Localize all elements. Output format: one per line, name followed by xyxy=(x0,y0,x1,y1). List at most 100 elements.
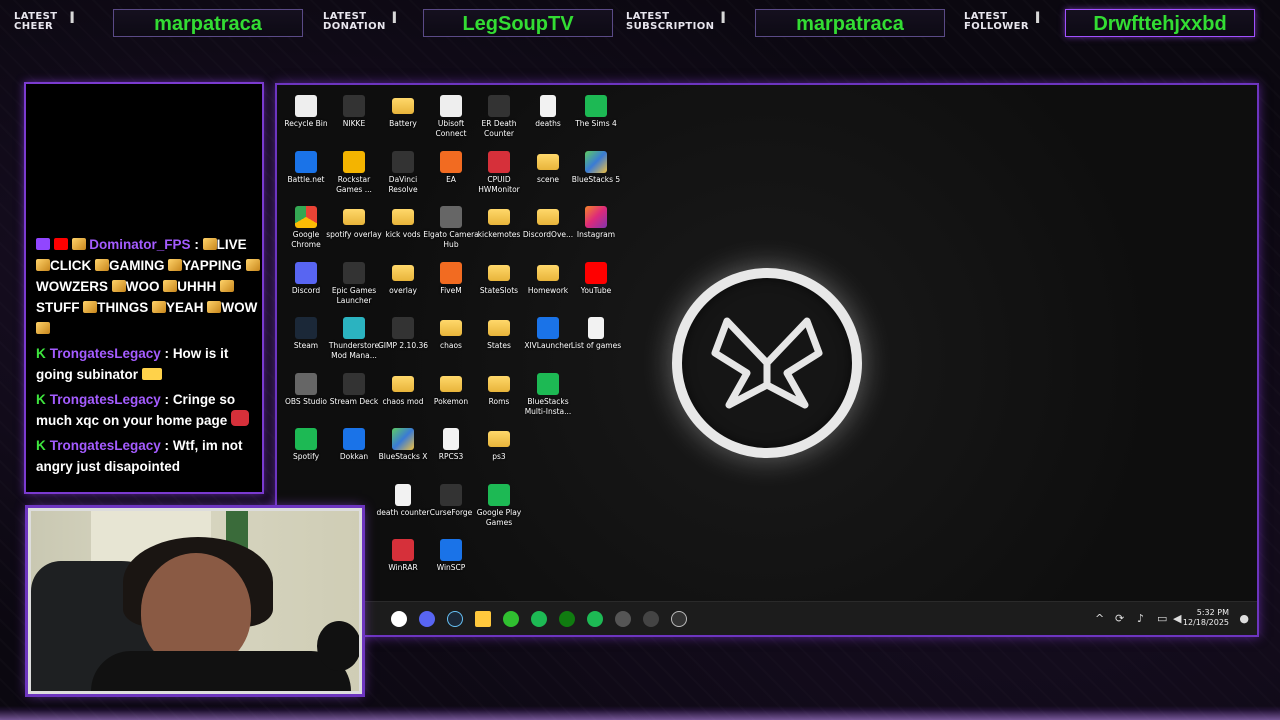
volume-icon[interactable]: ◀ xyxy=(1173,612,1181,625)
clock-time: 5:32 PM xyxy=(1196,608,1229,617)
bluestacks-multi-icon xyxy=(537,373,559,395)
taskbar: ^ ⟳ ♪ ▭ ◀ 5:32 PM 12/18/2025 ● xyxy=(277,601,1257,635)
latest-follower-value: Drwfttehjxxbd xyxy=(1065,9,1255,37)
obs-icon xyxy=(295,373,317,395)
chat-word: YEAH xyxy=(166,300,204,315)
kick-taskbar-icon[interactable] xyxy=(531,611,547,627)
clock[interactable]: 5:32 PM 12/18/2025 xyxy=(1183,608,1229,628)
file-icon xyxy=(395,484,411,506)
shortcut-icon xyxy=(488,95,510,117)
folder-icon xyxy=(392,209,414,225)
file-explorer-icon[interactable] xyxy=(475,611,491,627)
desktop-icon-label: Google Play Games xyxy=(476,508,522,527)
desktop-icon[interactable]: Rockstar Games ... xyxy=(326,151,382,195)
desktop-icon-label: ER Death Counter xyxy=(481,119,517,138)
chat-word: GAMING xyxy=(109,258,165,273)
chevron-up-icon[interactable]: ^ xyxy=(1095,612,1104,625)
desktop-icon[interactable]: ER Death Counter xyxy=(471,95,527,139)
ubisoft-icon xyxy=(440,95,462,117)
folder-icon xyxy=(488,265,510,281)
folder-icon xyxy=(537,265,559,281)
desktop-icon-label: Rockstar Games ... xyxy=(336,175,372,194)
discord-taskbar-icon[interactable] xyxy=(419,611,435,627)
desktop-icon[interactable]: Google Play Games xyxy=(471,484,527,528)
network-icon[interactable]: ▭ xyxy=(1157,612,1167,625)
desktop-icon-label: List of games xyxy=(570,341,622,350)
chat-word: CLICK xyxy=(50,258,92,273)
desktop-icon[interactable]: Roms xyxy=(471,373,527,407)
latest-subscription-label: LATEST SUBSCRIPTION I xyxy=(626,8,727,32)
fivem-icon xyxy=(440,262,462,284)
webcam-feed xyxy=(28,508,362,694)
nikke-icon xyxy=(343,95,365,117)
desktop-icon[interactable]: BlueStacks 5 xyxy=(568,151,624,185)
folder-icon xyxy=(392,98,414,114)
desktop-icon[interactable]: CPUID HWMonitor xyxy=(471,151,527,195)
desktop-icon[interactable]: List of games xyxy=(568,317,624,351)
file-icon xyxy=(540,95,556,117)
desktop-icon-label: BlueStacks Multi-Insta... xyxy=(524,397,572,416)
sync-icon[interactable]: ⟳ xyxy=(1115,612,1124,625)
alert-bar: LATEST CHEER I marpatraca LATEST DONATION … xyxy=(0,8,1280,38)
desktop-icon[interactable]: spotify overlay xyxy=(326,206,382,240)
desktop-icon[interactable]: StateSlots xyxy=(471,262,527,296)
steam-icon xyxy=(295,317,317,339)
steam-taskbar-icon[interactable] xyxy=(447,611,463,627)
chrome-icon xyxy=(295,206,317,228)
desktop-icon[interactable]: States xyxy=(471,317,527,351)
file-icon xyxy=(588,317,604,339)
chat-word: STUFF xyxy=(36,300,80,315)
butterfly-logo xyxy=(672,268,862,458)
desktop-icon[interactable]: Thunderstore Mod Mana... xyxy=(326,317,382,361)
battlenet-icon xyxy=(295,151,317,173)
folder-icon xyxy=(537,154,559,170)
folder-icon xyxy=(488,431,510,447)
elgato-icon xyxy=(440,206,462,228)
chat-username: TrongatesLegacy xyxy=(49,438,161,453)
desktop-icon[interactable]: ps3 xyxy=(471,428,527,462)
chat-word: UHHH xyxy=(177,279,217,294)
folder-icon xyxy=(488,320,510,336)
latest-subscription-value: marpatraca xyxy=(755,9,945,37)
desktop-icon[interactable]: Stream Deck xyxy=(326,373,382,407)
app-taskbar-icon[interactable] xyxy=(503,611,519,627)
file-icon xyxy=(443,428,459,450)
desktop-icon[interactable]: The Sims 4 xyxy=(568,95,624,129)
clock-date: 12/18/2025 xyxy=(1182,618,1229,627)
desktop-icon[interactable]: Epic Games Launcher xyxy=(326,262,382,306)
microphone-icon[interactable]: ♪ xyxy=(1137,612,1144,625)
latest-donation-value: LegSoupTV xyxy=(423,9,613,37)
elgato-taskbar-icon[interactable] xyxy=(615,611,631,627)
desktop-icon-label: YouTube xyxy=(580,286,612,295)
desktop-icon[interactable]: Instagram xyxy=(568,206,624,240)
folder-icon xyxy=(537,209,559,225)
desktop-icon-label: CPUID HWMonitor xyxy=(478,175,520,194)
desktop-icon[interactable]: YouTube xyxy=(568,262,624,296)
desktop-icon[interactable]: WinSCP xyxy=(423,539,479,573)
spotify-taskbar-icon[interactable] xyxy=(587,611,603,627)
desktop-icon[interactable]: kickemotes xyxy=(471,206,527,240)
davinci-icon xyxy=(392,151,414,173)
bottom-glow xyxy=(0,706,1280,720)
stream-deck-taskbar-icon[interactable] xyxy=(643,611,659,627)
folder-icon xyxy=(488,209,510,225)
xbox-taskbar-icon[interactable] xyxy=(559,611,575,627)
desktop-icon[interactable]: NIKKE xyxy=(326,95,382,129)
desktop-icon-label: The Sims 4 xyxy=(575,119,617,128)
folder-icon xyxy=(440,320,462,336)
desktop-icon-label: WinSCP xyxy=(436,563,466,572)
obs-taskbar-icon[interactable] xyxy=(671,611,687,627)
emote-icon xyxy=(95,259,110,271)
epic-icon xyxy=(343,262,365,284)
emote-icon xyxy=(111,280,126,292)
desktop-icon-label: ps3 xyxy=(492,452,506,461)
chat-word: WOW xyxy=(221,300,258,315)
notification-bell-icon[interactable]: ● xyxy=(1239,612,1249,625)
emote-icon xyxy=(36,322,50,334)
desktop-icon-label: StateSlots xyxy=(479,286,519,295)
search-icon[interactable] xyxy=(391,611,407,627)
desktop-icon[interactable]: Dokkan xyxy=(326,428,382,462)
bluestacks-icon xyxy=(585,151,607,173)
desktop-icon[interactable]: BlueStacks Multi-Insta... xyxy=(520,373,576,417)
youtube-icon xyxy=(585,262,607,284)
